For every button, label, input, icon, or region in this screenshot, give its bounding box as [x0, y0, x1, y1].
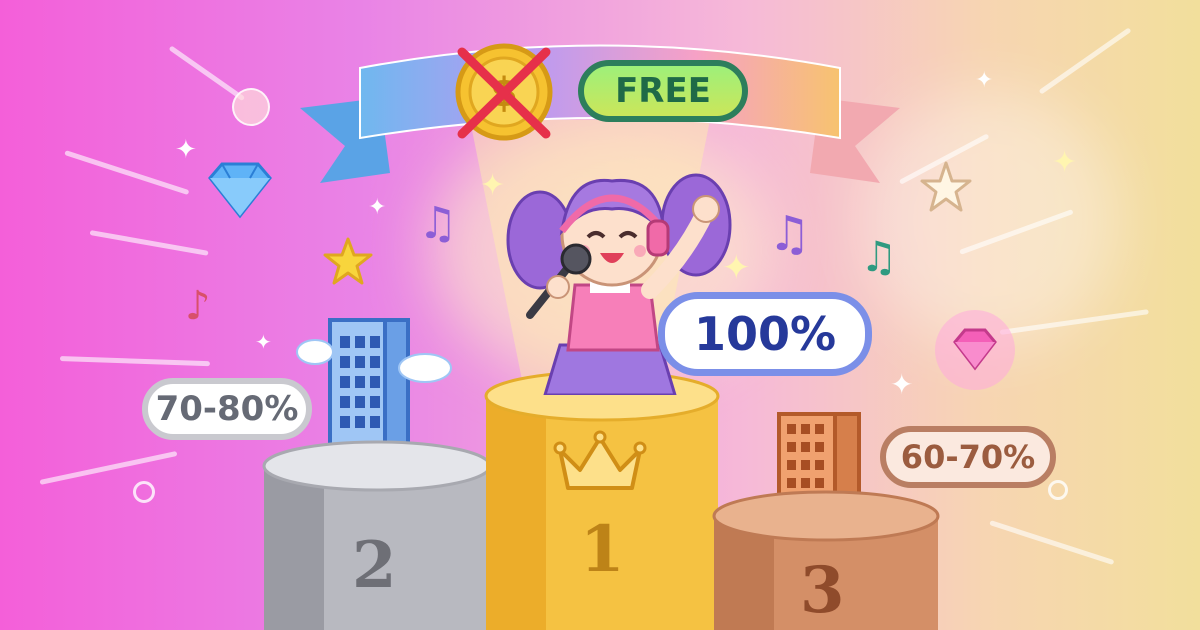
crossed-out-coin-icon: $ [455, 43, 553, 141]
bubble [133, 481, 155, 503]
star-icon [920, 161, 972, 212]
light-ray [89, 230, 209, 256]
music-note-icon: ♫ [860, 232, 898, 281]
light-ray [1038, 27, 1132, 95]
sparkle-icon: ✦ [975, 68, 994, 93]
promo-scene: $ FREE ✦ ✦ ✦ ✦ ✦ ✦ ✦ ✦ ♫ ♫ ♪ ♫ [0, 0, 1200, 630]
bubble [232, 88, 270, 126]
podium-number-third: 3 [800, 553, 845, 628]
sparkle-icon: ✦ [175, 135, 197, 165]
reward-first-badge: 100% [658, 292, 872, 376]
light-ray [59, 356, 210, 367]
bubble [1048, 480, 1068, 500]
sparkle-icon: ✦ [255, 330, 272, 354]
podium [484, 370, 720, 630]
light-ray [989, 520, 1115, 566]
crown-icon [553, 430, 647, 490]
free-badge: FREE [578, 60, 748, 122]
sparkle-icon: ✦ [890, 368, 914, 401]
sparkle-icon: ✦ [368, 195, 387, 220]
podium-number-second: 2 [352, 528, 397, 603]
light-ray [39, 450, 178, 485]
music-note-icon: ♪ [185, 283, 211, 329]
diamond-icon [208, 162, 272, 219]
pink-gem-icon [935, 310, 1015, 390]
reward-third-badge: 60-70% [880, 426, 1056, 488]
music-note-icon: ♫ [768, 206, 812, 262]
star-icon [323, 237, 373, 285]
reward-second-badge: 70-80% [142, 378, 312, 440]
light-ray [168, 45, 246, 102]
light-ray [64, 150, 190, 196]
sparkle-icon: ✦ [1052, 145, 1078, 180]
music-note-icon: ♫ [418, 198, 458, 249]
podium-number-first: 1 [580, 512, 625, 587]
